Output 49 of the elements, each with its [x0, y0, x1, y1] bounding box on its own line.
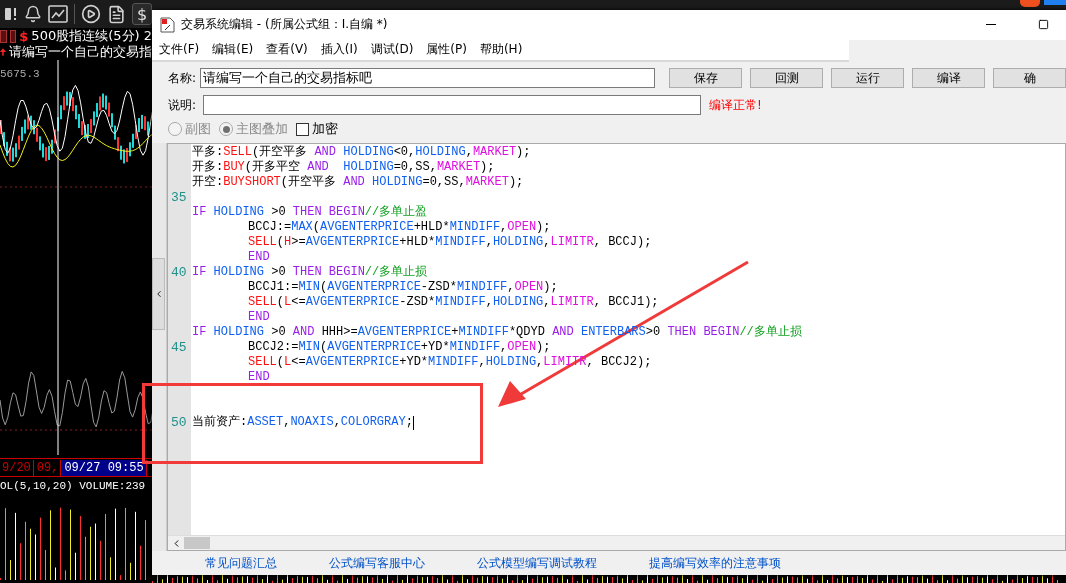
code-line: BCCJ2:=MIN(AVGENTERPRICE+YD*MINDIFF,OPEN); — [248, 340, 551, 356]
symbol-icon: $ — [19, 28, 29, 44]
code-line: IF HOLDING >0 THEN BEGIN//多单止盈 — [192, 205, 428, 221]
code-line: END — [248, 310, 270, 326]
date-label: 09/27 09:55 — [62, 459, 147, 476]
toolbar-button[interactable]: 保存 — [669, 68, 742, 89]
line-number: 50 — [171, 415, 187, 431]
help-link[interactable]: 提高编写效率的注意事项 — [649, 554, 781, 572]
code-line: BCCJ1:=MIN(AVGENTERPRICE-ZSD*MINDIFF,OPEN); — [248, 280, 558, 296]
code-line: IF HOLDING >0 THEN BEGIN//多单止损 — [192, 265, 428, 281]
line-number: 45 — [171, 340, 187, 356]
toolbar-button[interactable]: 编译 — [912, 68, 985, 89]
menu-item[interactable]: 插入(I) — [320, 41, 358, 59]
indicator-name: 请编写一个自己的交易指 — [9, 44, 152, 60]
menu-item[interactable]: 编辑(E) — [212, 41, 254, 59]
code-line: SELL(H>=AVGENTERPRICE+HLD*MINDIFF,HOLDING,LIMITR, BCCJ); — [248, 235, 652, 251]
currency-button[interactable]: $ — [132, 3, 153, 25]
code-line: 平多:SELL(开空平多 AND HOLDING<0,HOLDING,MARKET); — [192, 145, 531, 160]
menu-item[interactable]: 查看(V) — [266, 41, 308, 59]
window-title: 交易系统编辑 - (所属公式组：I.自编 *) — [181, 16, 389, 34]
date-label: 09, — [34, 459, 62, 476]
toolbar-button[interactable]: 确 — [993, 68, 1066, 89]
price-label: 5675.3 — [0, 68, 40, 80]
menu-item[interactable]: 调试(D) — [370, 41, 414, 59]
menu-item[interactable]: 属性(P) — [426, 41, 467, 59]
line-number: 40 — [171, 265, 187, 281]
help-link[interactable]: 公式模型编写调试教程 — [477, 554, 597, 572]
checkbox-option[interactable]: 加密 — [296, 120, 338, 139]
code-line: END — [248, 250, 270, 266]
menu-item[interactable]: 文件(F) — [159, 41, 200, 59]
volume-label: OL(5,10,20) VOLUME:239 — [0, 480, 147, 492]
help-link[interactable]: 常见问题汇总 — [205, 554, 277, 572]
description-label: 说明: — [168, 96, 198, 114]
chart-title: 500股指连续(5分) 2 — [31, 28, 152, 44]
code-line: 开多:BUY(开多平空 AND HOLDING=0,SS,MARKET); — [192, 160, 495, 175]
code-line: 当前资产:ASSET,NOAXIS,COLORGRAY; — [192, 415, 413, 431]
code-line: SELL(L<=AVGENTERPRICE-ZSD*MINDIFF,HOLDING,LIMITR, BCCJ1); — [248, 295, 659, 311]
toolbar-button[interactable]: 回测 — [750, 68, 823, 89]
compile-status: 编译正常! — [709, 96, 762, 114]
code-line: 开空:BUYSHORT(开空平多 AND HOLDING=0,SS,MARKET); — [192, 175, 524, 191]
menu-item[interactable]: 帮助(H) — [479, 41, 523, 59]
line-number: 35 — [171, 190, 187, 206]
date-label: 9/20 — [0, 459, 34, 476]
name-label: 名称: — [168, 69, 198, 87]
help-link[interactable]: 公式编写客服中心 — [329, 554, 425, 572]
code-line: END — [248, 370, 270, 386]
code-line: BCCJ:=MAX(AVGENTERPRICE+HLD*MINDIFF,OPEN); — [248, 220, 551, 236]
name-field[interactable]: 请编写一个自己的交易指标吧 — [199, 68, 655, 89]
toolbar-button[interactable]: 运行 — [831, 68, 904, 89]
